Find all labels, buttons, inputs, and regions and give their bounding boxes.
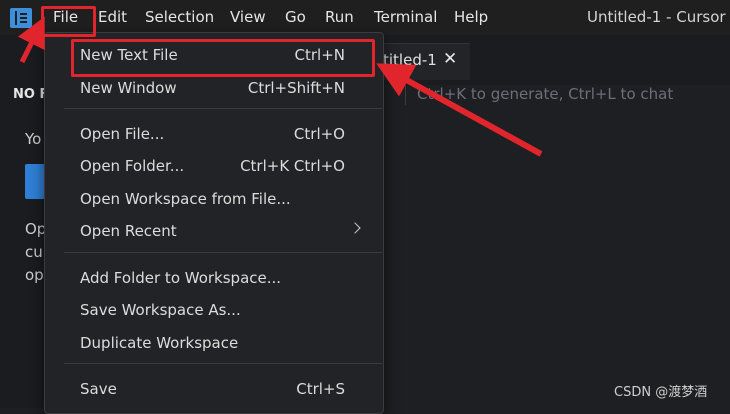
menu-view[interactable]: View — [230, 8, 266, 26]
menu-item-label: Add Folder to Workspace... — [80, 269, 282, 287]
menu-item-label: Save Workspace As... — [80, 301, 241, 319]
close-icon[interactable]: ✕ — [443, 49, 457, 69]
menu-item-shortcut: Ctrl+O — [293, 125, 345, 143]
tab-label: titled-1 — [383, 51, 437, 69]
menu-item-shortcut: Ctrl+K Ctrl+O — [240, 157, 345, 175]
menu-separator — [64, 252, 382, 253]
menu-item-label: Open Recent — [80, 222, 177, 240]
menu-separator — [64, 108, 382, 109]
watermark: CSDN @渡梦酒 — [614, 385, 708, 400]
new-text-file-highlight-box — [71, 39, 375, 77]
explorer-text-line: op — [25, 266, 44, 284]
menu-item-label: Duplicate Workspace — [80, 334, 239, 352]
menu-item-open-folder[interactable]: Open Folder... Ctrl+K Ctrl+O — [80, 157, 370, 175]
menu-help[interactable]: Help — [454, 8, 488, 26]
menu-item-label: Save — [80, 380, 117, 398]
menu-run[interactable]: Run — [325, 8, 354, 26]
menu-separator — [64, 363, 382, 364]
explorer-text-line: cu — [25, 243, 43, 261]
open-folder-button[interactable] — [25, 164, 45, 199]
menu-item-save-workspace-as[interactable]: Save Workspace As... — [80, 301, 370, 319]
cursor-app-icon — [10, 8, 32, 28]
menu-item-add-folder[interactable]: Add Folder to Workspace... — [80, 269, 370, 287]
menu-item-open-file[interactable]: Open File... Ctrl+O — [80, 125, 370, 143]
menu-item-label: New Window — [80, 79, 177, 97]
menu-item-label: Open Workspace from File... — [80, 190, 291, 208]
menu-item-open-workspace[interactable]: Open Workspace from File... — [80, 190, 370, 208]
menu-edit[interactable]: Edit — [98, 8, 127, 26]
menu-item-label: Open Folder... — [80, 157, 185, 175]
menu-selection[interactable]: Selection — [145, 8, 214, 26]
menu-item-save[interactable]: Save Ctrl+S — [80, 380, 370, 398]
menu-terminal[interactable]: Terminal — [374, 8, 437, 26]
menu-item-label: Open File... — [80, 125, 165, 143]
window-title: Untitled-1 - Cursor — [587, 8, 726, 26]
explorer-message: Yo — [25, 130, 42, 148]
file-highlight-box — [41, 6, 96, 37]
menu-go[interactable]: Go — [285, 8, 306, 26]
menu-item-duplicate-workspace[interactable]: Duplicate Workspace — [80, 334, 370, 352]
menu-item-shortcut: Ctrl+Shift+N — [247, 79, 345, 97]
menu-item-open-recent[interactable]: Open Recent — [80, 222, 370, 240]
menu-item-new-window[interactable]: New Window Ctrl+Shift+N — [80, 79, 370, 97]
editor-hint: Ctrl+K to generate, Ctrl+L to chat — [417, 85, 674, 103]
menu-item-shortcut: Ctrl+S — [296, 380, 345, 398]
